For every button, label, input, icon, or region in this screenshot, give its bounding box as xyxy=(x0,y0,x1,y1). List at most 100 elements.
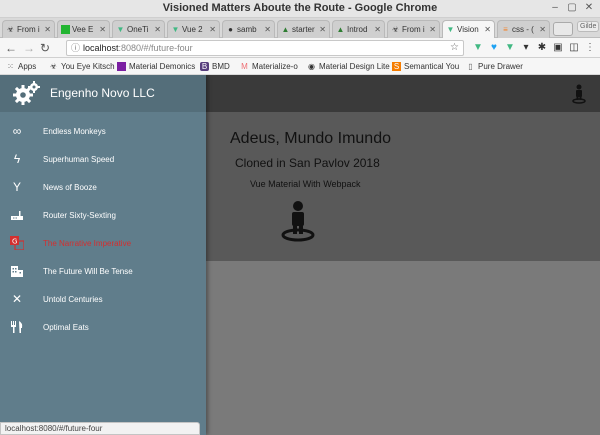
close-tab-icon[interactable]: ✕ xyxy=(99,25,106,34)
bookmarks-bar: ⁙ Apps ☣ You Eye Kitsch Material Demonic… xyxy=(0,58,600,75)
bookmark-item[interactable]: ▯ Pure Drawer xyxy=(466,60,523,73)
vue-devtools-icon[interactable]: ▼ xyxy=(472,41,484,54)
close-icon[interactable]: ✕ xyxy=(582,2,596,15)
person-pin-icon[interactable] xyxy=(572,84,586,109)
apps-grid-icon: ⁙ xyxy=(7,62,14,71)
reload-icon[interactable]: ↻ xyxy=(38,41,52,55)
cocktail-icon: Y xyxy=(12,180,21,194)
profile-badge[interactable]: Gilde xyxy=(577,21,600,32)
extension-icon[interactable]: ▾ xyxy=(520,41,532,54)
gears-icon xyxy=(13,81,41,110)
router-icon xyxy=(10,208,24,222)
menu-item-optimal-eats[interactable]: Optimal Eats xyxy=(0,313,206,341)
maximize-icon[interactable]: ▢ xyxy=(565,2,579,15)
vue-icon: ▼ xyxy=(171,25,180,34)
menu-kebab-icon[interactable]: ⋮ xyxy=(584,41,596,54)
close-tab-icon[interactable]: ✕ xyxy=(44,25,51,34)
bookmark-item[interactable]: Material Demonics xyxy=(117,60,195,73)
browser-tab[interactable]: ▲ Introd ✕ xyxy=(332,20,385,38)
purple-square-icon xyxy=(117,62,126,71)
bookmark-item[interactable]: S Semantical You xyxy=(392,60,459,73)
mountain-icon: ▲ xyxy=(281,25,290,34)
address-bar[interactable]: ⓘ localhost:8080/#/future-four ☆ xyxy=(66,40,464,56)
github-icon: ● xyxy=(228,25,233,34)
browser-tab[interactable]: Vee E ✕ xyxy=(57,20,110,38)
page-caption: Vue Material With Webpack xyxy=(250,179,361,189)
browser-tab-active[interactable]: ▼ Vision ✕ xyxy=(442,20,495,38)
minimize-icon[interactable]: – xyxy=(548,2,562,15)
mdl-icon: ◉ xyxy=(308,62,315,71)
browser-toolbar: ← → ↻ ⓘ localhost:8080/#/future-four ☆ ▼… xyxy=(0,38,600,58)
screenshot-icon[interactable]: ▣ xyxy=(552,41,564,54)
menu-item-the-narrative-imperative[interactable]: G The Narrative Imperative xyxy=(0,229,206,257)
materialize-icon: M xyxy=(241,62,248,71)
bookmark-apps[interactable]: ⁙ Apps xyxy=(6,60,36,73)
forward-icon[interactable]: → xyxy=(22,41,36,55)
brand-name: Engenho Novo LLC xyxy=(50,86,155,100)
star-icon[interactable]: ☆ xyxy=(450,41,459,55)
page-viewport: Adeus, Mundo Imundo Cloned in San Pavlov… xyxy=(0,75,600,435)
address-path: :8080/#/future-four xyxy=(118,43,193,53)
new-tab-button[interactable] xyxy=(553,22,573,36)
person-pin-hero-icon xyxy=(280,200,316,247)
browser-tab[interactable]: ▼ OneTi ✕ xyxy=(112,20,165,38)
navigation-drawer: Engenho Novo LLC ∞ Endless Monkeys ϟ Sup… xyxy=(0,75,206,435)
close-tab-icon[interactable]: ✕ xyxy=(484,25,491,34)
drawer-header: Engenho Novo LLC xyxy=(0,75,206,112)
window-controls: – ▢ ✕ xyxy=(548,2,596,15)
mountain-icon: ▲ xyxy=(336,25,345,34)
menu-item-superhuman-speed[interactable]: ϟ Superhuman Speed xyxy=(0,145,206,173)
utensils-cross-icon: ✕ xyxy=(11,292,23,306)
page-heading: Adeus, Mundo Imundo xyxy=(230,130,391,147)
twitter-icon[interactable]: ♥ xyxy=(488,41,500,54)
menu-item-the-future-will-be-tense[interactable]: The Future Will Be Tense xyxy=(0,257,206,285)
window-title: Visioned Matters Aboute the Route - Goog… xyxy=(162,2,438,14)
close-tab-icon[interactable]: ✕ xyxy=(539,25,546,34)
svg-text:G: G xyxy=(12,238,17,246)
menu-item-router-sixty-sexting[interactable]: Router Sixty-Sexting xyxy=(0,201,206,229)
menu-item-untold-centuries[interactable]: ✕ Untold Centuries xyxy=(0,285,206,313)
back-icon[interactable]: ← xyxy=(4,41,18,55)
vue-icon: ▼ xyxy=(446,25,455,34)
menu-item-endless-monkeys[interactable]: ∞ Endless Monkeys xyxy=(0,117,206,145)
close-tab-icon[interactable]: ✕ xyxy=(429,25,436,34)
bookmark-item[interactable]: ◉ Material Design Lite xyxy=(307,60,390,73)
menu-item-news-of-booze[interactable]: Y News of Booze xyxy=(0,173,206,201)
close-tab-icon[interactable]: ✕ xyxy=(264,25,271,34)
browser-tab[interactable]: ≡ css - ( ✕ xyxy=(497,20,550,38)
bootstrap-icon: B xyxy=(200,62,209,71)
flash-icon: ϟ xyxy=(13,152,21,166)
bookmark-item[interactable]: B BMD xyxy=(200,60,230,73)
browser-tab[interactable]: ☣ From i ✕ xyxy=(2,20,55,38)
tab-strip: ☣ From i ✕ Vee E ✕ ▼ OneTi ✕ ▼ Vue 2 ✕ ●… xyxy=(0,18,600,38)
page-icon: ▯ xyxy=(468,62,473,71)
close-tab-icon[interactable]: ✕ xyxy=(154,25,161,34)
stack-icon: ≡ xyxy=(503,25,508,34)
cast-icon[interactable]: ◫ xyxy=(568,41,580,54)
info-icon[interactable]: ⓘ xyxy=(71,41,80,55)
green-square-icon xyxy=(61,25,70,34)
window-titlebar: Visioned Matters Aboute the Route - Goog… xyxy=(0,0,600,18)
bookmark-item[interactable]: M Materialize-o xyxy=(240,60,298,73)
status-bar-url: localhost:8080/#/future-four xyxy=(0,422,200,435)
biohazard-icon: ☣ xyxy=(49,62,58,71)
vue-icon: ▼ xyxy=(116,25,125,34)
restaurant-icon xyxy=(10,320,24,334)
city-icon xyxy=(10,264,24,278)
close-tab-icon[interactable]: ✕ xyxy=(319,25,326,34)
browser-tab[interactable]: ● samb ✕ xyxy=(222,20,275,38)
biohazard-icon: ☣ xyxy=(6,25,15,34)
browser-tab[interactable]: ☣ From i ✕ xyxy=(387,20,440,38)
address-host: localhost xyxy=(83,43,119,53)
close-tab-icon[interactable]: ✕ xyxy=(209,25,216,34)
bookmark-item[interactable]: ☣ You Eye Kitsch xyxy=(49,60,115,73)
browser-tab[interactable]: ▼ Vue 2 ✕ xyxy=(167,20,220,38)
close-tab-icon[interactable]: ✕ xyxy=(374,25,381,34)
puzzle-icon[interactable]: ✱ xyxy=(536,41,548,54)
browser-tab[interactable]: ▲ starter ✕ xyxy=(277,20,330,38)
translate-icon: G xyxy=(10,236,25,251)
vue-icon[interactable]: ▼ xyxy=(504,41,516,54)
biohazard-icon: ☣ xyxy=(391,25,400,34)
infinity-icon: ∞ xyxy=(12,124,22,138)
page-subheading: Cloned in San Pavlov 2018 xyxy=(235,156,380,170)
